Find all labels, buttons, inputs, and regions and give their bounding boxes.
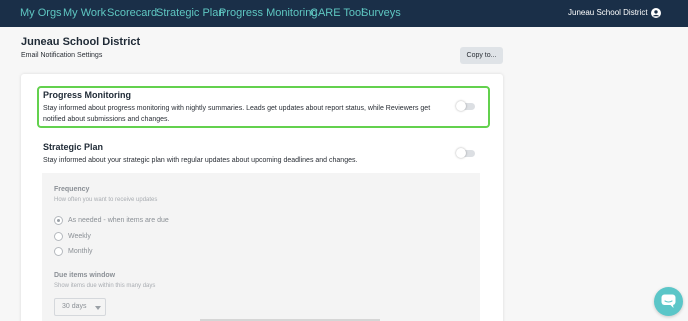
- due-window-label: Due items window: [54, 272, 116, 279]
- district-name[interactable]: Juneau School District: [568, 8, 648, 17]
- radio-label-monthly[interactable]: Monthly: [68, 248, 93, 255]
- nav-item-progress-monitoring[interactable]: Progress Monitoring: [219, 7, 317, 19]
- nav-item-care-tool[interactable]: CARE Tool: [310, 7, 364, 19]
- nav-item-surveys[interactable]: Surveys: [361, 7, 401, 19]
- section-description-progress-monitoring: Stay informed about progress monitoring …: [43, 105, 431, 123]
- section-title-progress-monitoring: Progress Monitoring: [43, 90, 132, 100]
- due-window-value: 30 days: [62, 303, 87, 310]
- nav-item-my-orgs[interactable]: My Orgs: [20, 7, 62, 19]
- due-window-help: Show items due within this many days: [54, 283, 156, 289]
- toggle-knob: [456, 148, 466, 158]
- user-circle-icon[interactable]: [651, 8, 661, 18]
- top-navigation-bar: My Orgs My Work Scorecard Strategic Plan…: [0, 0, 688, 27]
- radio-as-needed[interactable]: [54, 216, 63, 225]
- nav-item-strategic-plan[interactable]: Strategic Plan: [156, 7, 224, 19]
- frequency-help: How often you want to receive updates: [54, 197, 158, 203]
- radio-monthly[interactable]: [54, 247, 63, 256]
- toggle-progress-monitoring[interactable]: [456, 101, 475, 111]
- chevron-down-icon: [95, 306, 101, 310]
- strategic-plan-settings-panel: [42, 173, 480, 321]
- toggle-knob: [456, 101, 466, 111]
- nav-item-my-work[interactable]: My Work: [63, 7, 106, 19]
- section-title-strategic-plan: Strategic Plan: [43, 142, 104, 152]
- radio-weekly[interactable]: [54, 232, 63, 241]
- chat-widget-button[interactable]: [654, 287, 683, 316]
- chat-bubble-icon: [661, 294, 676, 308]
- nav-item-scorecard[interactable]: Scorecard: [107, 7, 157, 19]
- frequency-label: Frequency: [54, 186, 90, 193]
- radio-label-weekly[interactable]: Weekly: [68, 233, 91, 240]
- page-title: Juneau School District: [21, 36, 141, 48]
- toggle-strategic-plan[interactable]: [456, 148, 475, 158]
- copy-to-button[interactable]: Copy to...: [460, 47, 503, 64]
- page-subtitle: Email Notification Settings: [21, 52, 103, 59]
- radio-label-as-needed[interactable]: As needed - when items are due: [68, 217, 169, 224]
- section-description-strategic-plan: Stay informed about your strategic plan …: [43, 157, 358, 164]
- due-window-select[interactable]: 30 days: [54, 298, 106, 316]
